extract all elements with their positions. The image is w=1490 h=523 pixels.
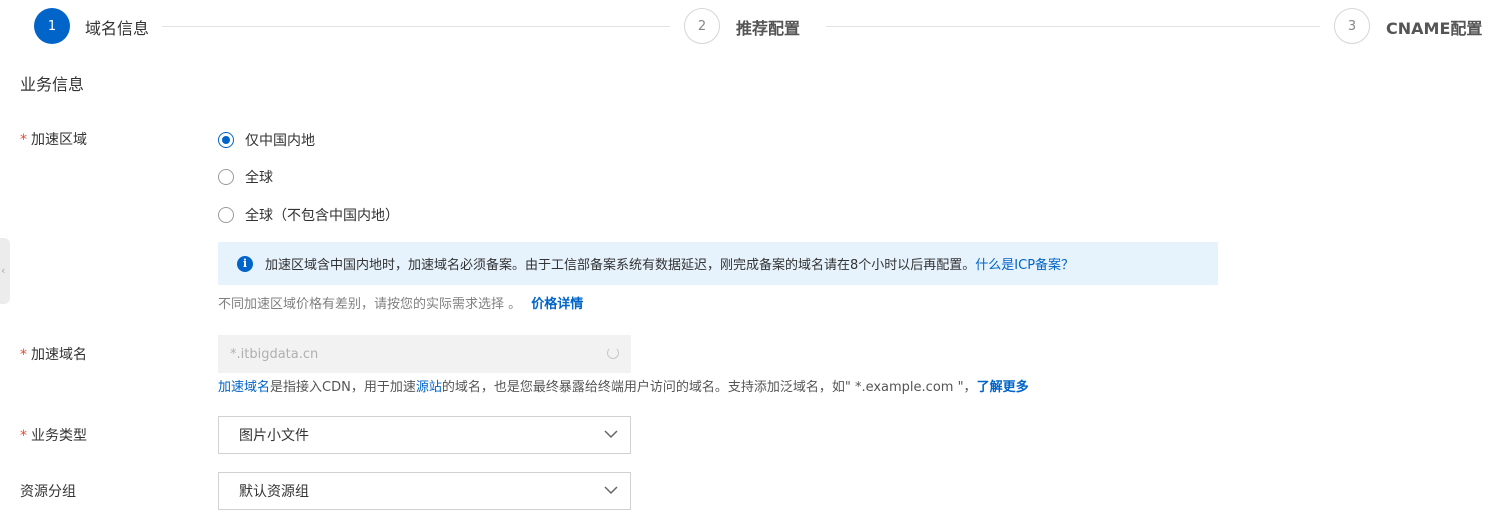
accel-domain-hint: 加速域名是指接入CDN，用于加速源站的域名，也是您最终暴露给终端用户访问的域名。… [218, 379, 1029, 397]
step-3-circle: 3 [1334, 8, 1370, 44]
step-divider-2 [826, 26, 1320, 27]
required-mark: * [20, 347, 27, 363]
accel-domain-hint-text-1: 是指接入CDN，用于加速 [270, 380, 416, 395]
icp-info-link[interactable]: 什么是ICP备案？ [975, 254, 1074, 273]
learn-more-link[interactable]: 了解更多 [977, 380, 1029, 395]
radio-china-mainland[interactable]: 仅中国内地 [218, 130, 315, 150]
step-divider-1 [162, 26, 670, 27]
price-hint: 不同加速区域价格有差别，请按您的实际需求选择 。 价格详情 [218, 296, 583, 314]
section-title: 业务信息 [20, 75, 85, 94]
business-type-select[interactable]: 图片小文件 [218, 416, 631, 454]
step-2-label: 推荐配置 [736, 19, 801, 38]
accel-domain-hint-text-2: 的域名，也是您最终暴露给终端用户访问的域名。支持添加泛域名，如" *.examp… [441, 380, 977, 395]
business-type-label: * 业务类型 [20, 426, 87, 446]
resource-group-select[interactable]: 默认资源组 [218, 472, 631, 510]
icp-info-text: 加速区域含中国内地时，加速域名必须备案。由于工信部备案系统有数据延迟，刚完成备案… [265, 258, 976, 273]
accel-region-label-text: 加速区域 [31, 132, 87, 148]
radio-checked-icon[interactable] [218, 132, 234, 148]
radio-global[interactable]: 全球 [218, 167, 273, 187]
radio-unchecked-icon[interactable] [218, 207, 234, 223]
chevron-left-icon: ‹ [1, 264, 6, 277]
chevron-down-icon [604, 486, 618, 495]
radio-global-excluding-mainland[interactable]: 全球（不包含中国内地） [218, 205, 399, 225]
required-mark: * [20, 132, 27, 148]
price-details-link[interactable]: 价格详情 [531, 297, 583, 312]
radio-unchecked-icon[interactable] [218, 169, 234, 185]
step-1-circle: 1 [34, 8, 70, 44]
step-3-label: CNAME配置 [1386, 19, 1483, 38]
resource-group-value: 默认资源组 [239, 484, 309, 500]
required-mark: * [20, 428, 27, 444]
resource-group-label: 资源分组 [20, 484, 76, 500]
radio-label: 全球（不包含中国内地） [245, 208, 399, 224]
chevron-down-icon [604, 430, 618, 439]
radio-label: 仅中国内地 [245, 133, 315, 149]
accel-domain-label-text: 加速域名 [31, 347, 87, 363]
price-hint-text: 不同加速区域价格有差别，请按您的实际需求选择 。 [218, 297, 522, 312]
accel-domain-link[interactable]: 加速域名 [218, 380, 270, 395]
radio-label: 全球 [245, 170, 273, 186]
accel-region-label: * 加速区域 [20, 130, 87, 150]
business-type-value: 图片小文件 [239, 428, 309, 444]
step-2-circle: 2 [684, 8, 720, 44]
step-indicator: 1 域名信息 2 推荐配置 3 CNAME配置 [0, 0, 1490, 56]
side-collapse-handle[interactable]: ‹ [0, 238, 10, 304]
accel-domain-label: * 加速域名 [20, 345, 87, 365]
origin-link[interactable]: 源站 [416, 380, 442, 395]
info-icon: i [237, 255, 253, 272]
accel-domain-input[interactable] [218, 335, 631, 373]
icp-info-alert: i 加速区域含中国内地时，加速域名必须备案。由于工信部备案系统有数据延迟，刚完成… [218, 242, 1218, 285]
business-type-label-text: 业务类型 [31, 428, 87, 444]
loading-spinner-icon [607, 347, 619, 359]
step-1-label: 域名信息 [85, 19, 150, 38]
